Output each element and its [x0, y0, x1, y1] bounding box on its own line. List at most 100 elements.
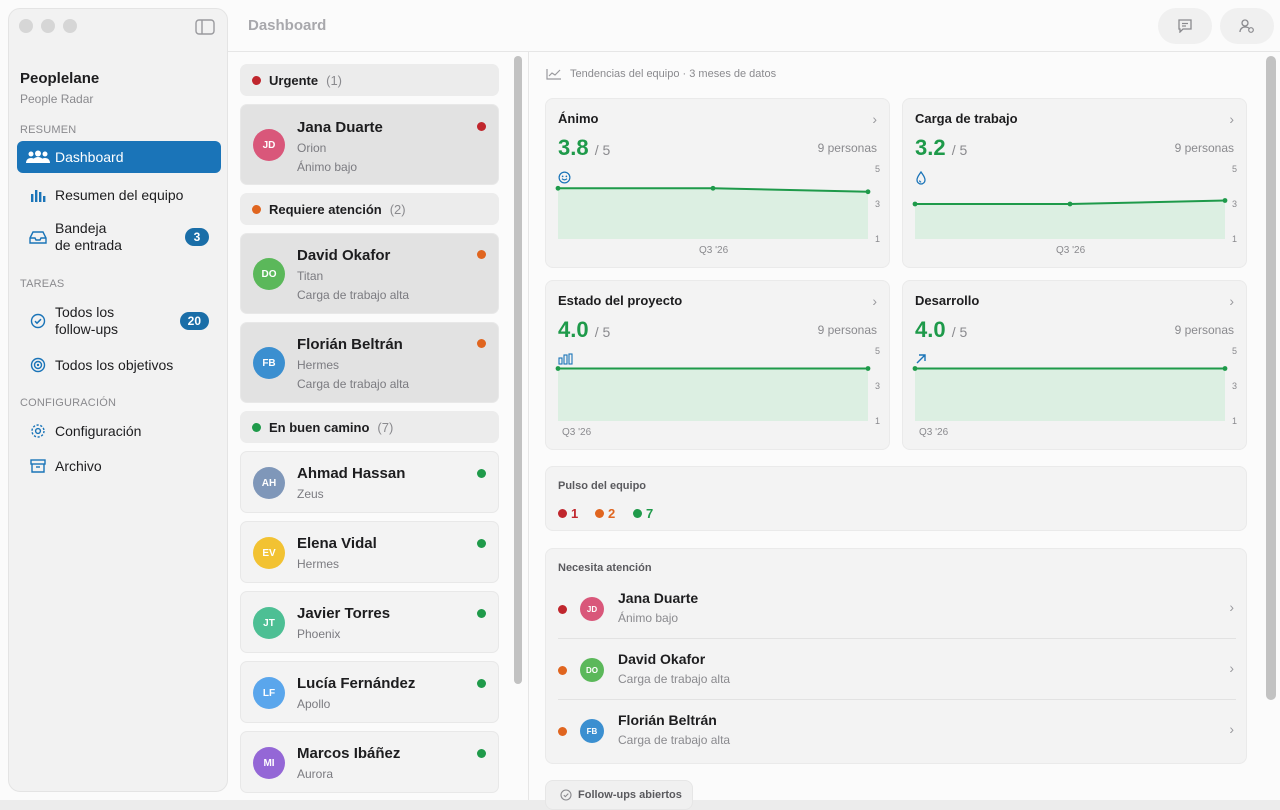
minimize-window-button[interactable] [41, 19, 55, 33]
sidebar-item-inbox[interactable]: Bandeja de entrada 3 [17, 217, 221, 257]
gear-icon [25, 422, 51, 440]
pulse-value: 2 [608, 506, 616, 521]
person-project: Zeus [297, 487, 324, 501]
sidebar-item-objectives[interactable]: Todos los objetivos [17, 349, 221, 381]
pulse-on-track-count: 7 [633, 506, 653, 521]
y-tick-label: 5 [875, 164, 880, 174]
chevron-right-icon[interactable]: › [1229, 111, 1234, 127]
metric-value-number: 3.8 [558, 135, 589, 160]
area-fill [558, 368, 868, 421]
group-count: (7) [377, 419, 394, 435]
sidebar-item-archive[interactable]: Archivo [17, 450, 221, 482]
data-point [555, 366, 561, 371]
attention-row-florian-beltran[interactable]: FB Florián Beltrán Carga de trabajo alta… [558, 701, 1236, 761]
metric-value-number: 3.2 [915, 135, 946, 160]
metric-value: 4.0 / 5 [558, 317, 610, 343]
person-name: Jana Duarte [618, 590, 699, 606]
app-subtitle: People Radar [20, 92, 94, 106]
sidebar-item-followups[interactable]: Todos los follow-ups 20 [17, 301, 221, 341]
person-card-florian-beltran[interactable]: FB Florián Beltrán Hermes Carga de traba… [240, 322, 499, 403]
person-card-elena-vidal[interactable]: EV Elena Vidal Hermes [240, 521, 499, 583]
y-tick-label: 1 [1232, 416, 1237, 426]
y-tick-label: 1 [1232, 234, 1237, 244]
person-note: Carga de trabajo alta [618, 733, 731, 747]
group-header-attention[interactable]: Requiere atención (2) [240, 193, 499, 225]
y-tick-label: 5 [875, 346, 880, 356]
data-point [555, 185, 561, 191]
feedback-button[interactable] [1158, 8, 1212, 44]
person-card-marcos-ibanez[interactable]: MI Marcos Ibáñez Aurora [240, 731, 499, 793]
close-window-button[interactable] [19, 19, 33, 33]
chevron-right-icon[interactable]: › [872, 293, 877, 309]
y-tick-label: 5 [1232, 346, 1237, 356]
bar-chart-icon [25, 186, 51, 204]
inbox-count-badge: 3 [185, 228, 209, 246]
area-fill [558, 188, 868, 239]
avatar: EV [253, 537, 285, 569]
sidebar-item-team-summary[interactable]: Resumen del equipo [17, 179, 221, 211]
data-point [912, 201, 918, 207]
person-card-javier-torres[interactable]: JT Javier Torres Phoenix [240, 591, 499, 653]
add-person-button[interactable] [1220, 8, 1274, 44]
status-dot [252, 204, 261, 214]
trend-line-icon [546, 69, 561, 80]
needs-attention-card: Necesita atención JD Jana Duarte Ánimo b… [545, 548, 1247, 764]
metric-sparkline-chart: 5 3 1 Q3 '26 [912, 164, 1237, 256]
pulse-value: 7 [646, 506, 654, 521]
sidebar-item-label: Dashboard [55, 149, 124, 165]
person-card-david-okafor[interactable]: DO David Okafor Titan Carga de trabajo a… [240, 233, 499, 314]
avatar: JD [580, 597, 604, 621]
app-window: Peoplelane People Radar RESUMEN Dashboar… [0, 0, 1280, 810]
group-label: Urgente [269, 72, 319, 88]
data-point [1222, 198, 1228, 203]
list-scrollbar[interactable] [514, 56, 522, 684]
metric-card-project-status[interactable]: Estado del proyecto › 4.0 / 5 9 personas… [545, 280, 890, 450]
status-dot [477, 749, 486, 758]
y-tick-label: 3 [875, 199, 880, 209]
person-name: Ahmad Hassan [297, 465, 406, 482]
metric-card-workload[interactable]: Carga de trabajo › 3.2 / 5 9 personas 5 3… [902, 98, 1247, 268]
data-point [1222, 366, 1228, 371]
sidebar-item-settings[interactable]: Configuración [17, 415, 221, 447]
metric-value-number: 4.0 [915, 317, 946, 342]
metric-card-development[interactable]: Desarrollo › 4.0 / 5 9 personas 5 3 1 Q3 '2… [902, 280, 1247, 450]
row-divider [558, 638, 1236, 639]
row-divider [558, 699, 1236, 700]
person-project: Titan [297, 269, 324, 283]
metric-card-mood[interactable]: Ánimo › 3.8 / 5 9 personas 5 3 1 Q3 '26 [545, 98, 890, 268]
trends-heading-text: Tendencias del equipo · 3 meses de datos [570, 68, 777, 80]
chevron-right-icon[interactable]: › [1229, 293, 1234, 309]
person-note: Ánimo bajo [618, 611, 679, 625]
person-note: Carga de trabajo alta [297, 288, 410, 302]
attention-row-jana-duarte[interactable]: JD Jana Duarte Ánimo bajo › [558, 579, 1236, 639]
person-settings-icon [1239, 19, 1254, 33]
chevron-right-icon[interactable]: › [872, 111, 877, 127]
group-count: (2) [389, 201, 406, 217]
sidebar-item-dashboard[interactable]: Dashboard [17, 141, 221, 173]
sidebar-toggle-icon[interactable] [195, 19, 215, 35]
x-tick-label: Q3 '26 [562, 427, 592, 438]
group-header-urgent[interactable]: Urgente (1) [240, 64, 499, 96]
message-icon [1178, 19, 1192, 33]
zoom-window-button[interactable] [63, 19, 77, 33]
person-card-jana-duarte[interactable]: JD Jana Duarte Orion Ánimo bajo [240, 104, 499, 185]
chevron-right-icon: › [1229, 660, 1234, 676]
metric-scale: / 5 [951, 324, 968, 340]
metric-people: 9 personas [817, 323, 877, 337]
page-title: Dashboard [248, 17, 327, 34]
section-label-tareas: TAREAS [20, 278, 65, 290]
open-followups-button[interactable]: Follow-ups abiertos [545, 780, 693, 810]
avatar: MI [253, 747, 285, 779]
check-circle-icon [560, 789, 572, 801]
attention-row-david-okafor[interactable]: DO David Okafor Carga de trabajo alta › [558, 640, 1236, 700]
person-card-lucia-fernandez[interactable]: LF Lucía Fernández Apollo [240, 661, 499, 723]
person-card-ahmad-hassan[interactable]: AH Ahmad Hassan Zeus [240, 451, 499, 513]
metric-title-text: Carga de trabajo [915, 111, 1018, 126]
check-circle-icon [25, 312, 51, 330]
chevron-right-icon: › [1229, 721, 1234, 737]
dashboard-scrollbar[interactable] [1266, 56, 1276, 700]
status-dot [477, 609, 486, 618]
needs-attention-title: Necesita atención [558, 562, 652, 574]
person-project: Hermes [297, 358, 340, 372]
group-header-on-track[interactable]: En buen camino (7) [240, 411, 499, 443]
